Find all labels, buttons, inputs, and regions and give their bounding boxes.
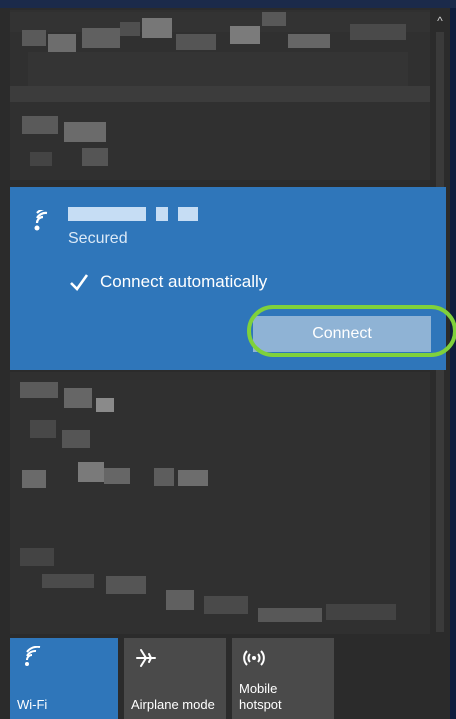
security-status: Secured: [68, 230, 128, 247]
mobile-hotspot-tile[interactable]: Mobile hotspot: [232, 638, 334, 719]
wifi-icon: [25, 646, 41, 666]
wifi-secured-icon: [34, 210, 51, 231]
airplane-icon: [136, 649, 156, 667]
network-name-block: [156, 207, 168, 221]
mobile-hotspot-label-line1: Mobile: [239, 681, 278, 696]
mobile-hotspot-icon: [243, 650, 265, 666]
selected-network-card[interactable]: Secured Connect automatically Connect: [10, 187, 456, 370]
scroll-up-icon[interactable]: ^: [433, 14, 447, 28]
connect-automatically-label[interactable]: Connect automatically: [100, 272, 267, 292]
checkmark-icon: [70, 274, 89, 292]
airplane-mode-label: Airplane mode: [131, 697, 215, 712]
connect-automatically-checkbox[interactable]: [68, 271, 90, 293]
highlight-annotation-ring: [247, 305, 456, 357]
wifi-toggle-tile[interactable]: Wi-Fi: [10, 638, 118, 719]
wifi-tile-label: Wi-Fi: [17, 697, 48, 712]
network-name-redacted: [68, 207, 198, 221]
connect-automatically-option[interactable]: Connect automatically: [68, 271, 267, 293]
network-name-block: [178, 207, 198, 221]
quick-actions-bar: Wi-Fi Airplane mode Mobile hotspot: [10, 636, 446, 719]
right-edge: [450, 8, 456, 719]
airplane-mode-tile[interactable]: Airplane mode: [124, 638, 226, 719]
network-flyout: ^ Secured Connect automatically Connect: [0, 0, 456, 719]
top-edge: [0, 0, 456, 8]
network-name-block: [68, 207, 146, 221]
mobile-hotspot-label-line2: hotspot: [239, 697, 282, 712]
mobile-hotspot-label: Mobile hotspot: [239, 681, 282, 713]
